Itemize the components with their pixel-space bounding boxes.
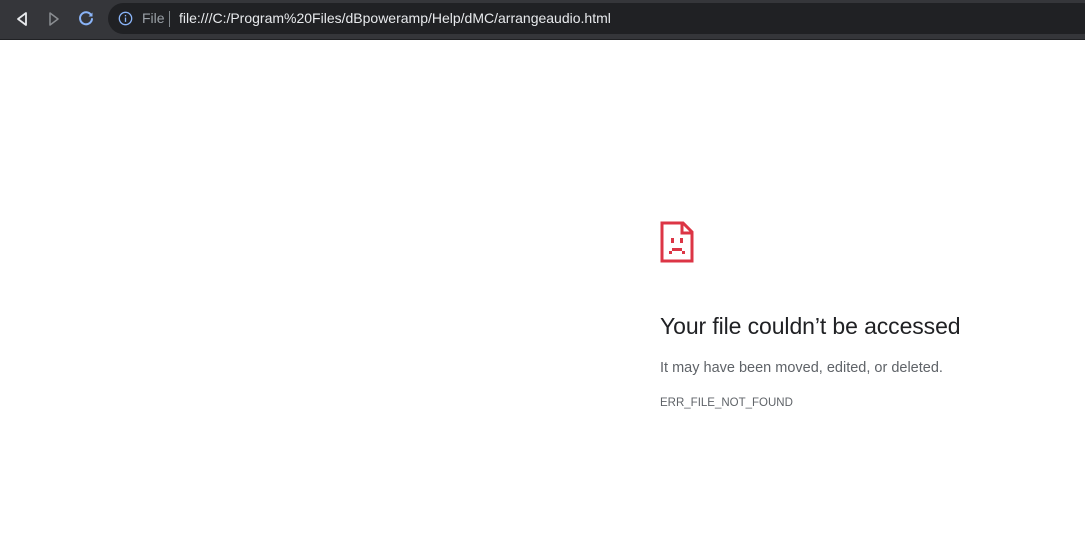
omnibox-divider (169, 11, 170, 27)
error-description: It may have been moved, edited, or delet… (660, 360, 943, 376)
file-chip-label[interactable]: File (142, 10, 165, 27)
address-bar[interactable]: File file:///C:/Program%20Files/dBpowera… (108, 3, 1085, 34)
forward-button[interactable] (41, 6, 67, 32)
url-text[interactable]: file:///C:/Program%20Files/dBpoweramp/He… (179, 10, 611, 27)
error-title: Your file couldn’t be accessed (660, 313, 961, 339)
sad-file-icon (660, 221, 694, 263)
page-content (0, 40, 1085, 540)
error-code: ERR_FILE_NOT_FOUND (660, 397, 793, 409)
info-icon[interactable] (118, 11, 133, 26)
browser-toolbar: File file:///C:/Program%20Files/dBpowera… (0, 0, 1085, 40)
forward-arrow-icon (49, 12, 59, 26)
back-arrow-icon (17, 12, 27, 26)
reload-button[interactable] (73, 6, 99, 32)
reload-icon (79, 11, 93, 26)
back-button[interactable] (9, 6, 35, 32)
